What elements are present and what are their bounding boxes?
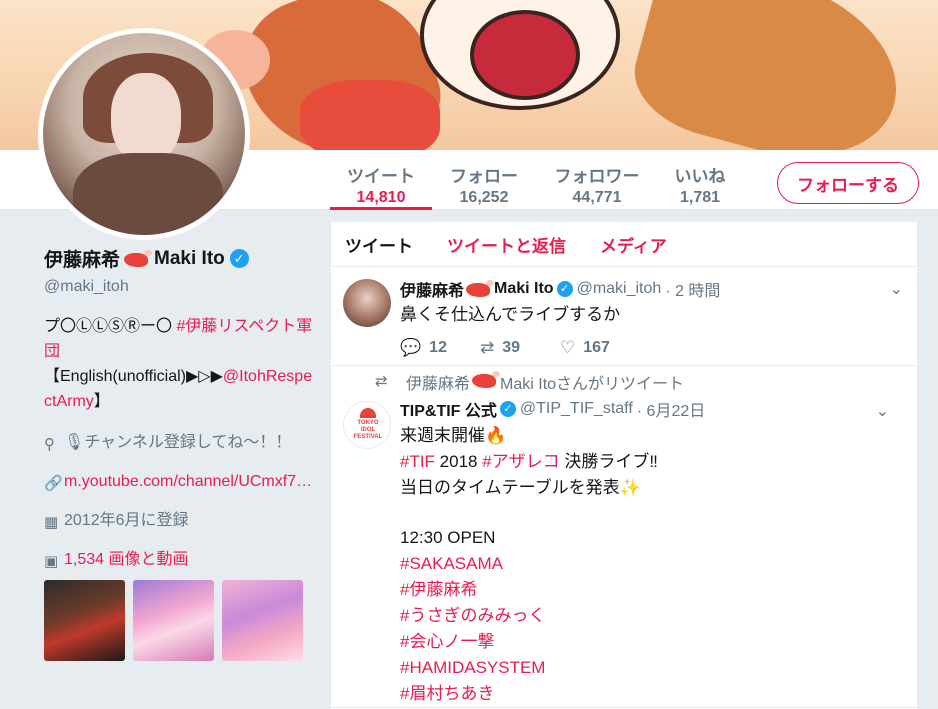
- tweet-line-text: 決勝ライブ‼: [559, 452, 658, 471]
- tif-logo-icon: [360, 408, 376, 418]
- tweet-handle[interactable]: @maki_itoh: [577, 280, 662, 298]
- profile-name[interactable]: 伊藤麻希 Maki Ito ✓: [44, 245, 314, 272]
- profile-joined: ▦ 2012年6月に登録: [44, 508, 314, 533]
- like-count: 167: [583, 339, 610, 356]
- bio-text: 【English(unofficial)▶▷▶: [44, 368, 223, 385]
- tweet-time[interactable]: · 2 時間: [665, 277, 720, 301]
- verified-badge-icon: ✓: [229, 249, 249, 268]
- retweet-note-name[interactable]: 伊藤麻希: [406, 376, 470, 393]
- retweet-note: ⇄ 伊藤麻希 Maki Itoさんがリツイート: [331, 371, 903, 393]
- retweet-icon: ⇄: [375, 373, 388, 390]
- stat-label: ツイート: [347, 167, 415, 186]
- link-icon: 🔗: [44, 475, 63, 492]
- tweet-text: 来週末開催🔥 #TIF 2018 #アザレコ 決勝ライブ‼ 当日のタイムテーブル…: [400, 423, 889, 707]
- tweet-line: 12:30 OPEN: [400, 528, 496, 547]
- tweet-actions: 💬 12 ⇄ 39 ♡ 167: [400, 338, 903, 358]
- tweet-author-name[interactable]: 伊藤麻希: [400, 277, 464, 301]
- timeline-tabs: ツイート ツイートと返信 メディア: [331, 222, 917, 267]
- bio-text: 】: [93, 393, 110, 410]
- stat-value: 1,781: [679, 189, 721, 206]
- verified-badge-icon: ✓: [499, 401, 516, 417]
- media-count-link[interactable]: 1,534 画像と動画: [64, 551, 189, 568]
- joined-text: 2012年6月に登録: [64, 512, 189, 529]
- hashtag-link[interactable]: #TIF: [400, 452, 435, 471]
- media-thumbnails: [44, 580, 314, 661]
- stat-followers[interactable]: フォロワー 44,771: [545, 150, 649, 210]
- tweet-header: TIP&TIF 公式 ✓ @TIP_TIF_staff · 6月22日: [400, 397, 889, 421]
- location-pin-icon: ⚲: [44, 436, 55, 453]
- tweet-header: 伊藤麻希 Maki Ito ✓ @maki_itoh · 2 時間: [400, 277, 903, 301]
- calendar-icon: ▦: [44, 514, 59, 531]
- timeline: ツイート ツイートと返信 メディア 伊藤麻希 Maki Ito ✓ @maki_…: [331, 222, 917, 709]
- tweet[interactable]: 伊藤麻希 Maki Ito ✓ @maki_itoh · 2 時間 ⌄ 鼻くそ仕…: [331, 267, 917, 366]
- media-thumbnail[interactable]: [133, 580, 214, 661]
- tweet-handle[interactable]: @TIP_TIF_staff: [520, 400, 633, 418]
- like-button[interactable]: ♡ 167: [560, 338, 640, 358]
- tweet[interactable]: ⇄ 伊藤麻希 Maki Itoさんがリツイート TOKYO IDOL FESTIV…: [331, 366, 917, 708]
- profile-location: ⚲ 🎙チャンネル登録してね〜！！: [44, 430, 314, 455]
- avatar[interactable]: [38, 28, 250, 240]
- retweet-icon: ⇄: [480, 338, 495, 357]
- chevron-down-icon[interactable]: ⌄: [890, 279, 903, 299]
- hashtag-link[interactable]: #うさぎのみみっく: [400, 603, 889, 629]
- image-icon: ▣: [44, 553, 59, 570]
- reply-button[interactable]: 💬 12: [400, 338, 480, 358]
- stat-label: フォロワー: [554, 167, 640, 186]
- profile-bio: プ〇ⓁⓁⓈⓇー〇 #伊藤リスペクト軍団 【English(unofficial)…: [44, 314, 314, 414]
- location-text: 🎙チャンネル登録してね〜！！: [64, 434, 292, 451]
- tweet-text: 鼻くそ仕込んでライブするか: [400, 305, 621, 324]
- hashtag-link[interactable]: #SAKASAMA: [400, 551, 889, 577]
- follow-button[interactable]: フォローする: [777, 162, 919, 204]
- stat-label: いいね: [674, 167, 726, 186]
- profile-name-text: 伊藤麻希: [44, 250, 121, 271]
- tweet-time[interactable]: · 6月22日: [637, 397, 705, 421]
- tweet-author-name[interactable]: TIP&TIF 公式: [400, 397, 497, 421]
- tweet-line: 来週末開催🔥: [400, 426, 507, 445]
- tab-tweets-replies[interactable]: ツイートと返信: [447, 232, 566, 257]
- retweet-button[interactable]: ⇄ 39: [480, 338, 560, 358]
- stat-value: 14,810: [356, 189, 406, 206]
- profile-handle[interactable]: @maki_itoh: [44, 278, 314, 296]
- media-thumbnail[interactable]: [44, 580, 125, 661]
- tweet-avatar[interactable]: [343, 279, 391, 327]
- tweet-line: 当日のタイムテーブルを発表✨: [400, 478, 641, 497]
- hashtag-link[interactable]: #会心ノ一撃: [400, 629, 889, 655]
- stat-following[interactable]: フォロー 16,252: [440, 150, 528, 210]
- stat-value: 44,771: [572, 189, 622, 206]
- tab-media[interactable]: メディア: [600, 232, 667, 257]
- avatar-logo-text: TOKYO IDOL FESTIVAL: [353, 420, 383, 440]
- stat-tweets[interactable]: ツイート 14,810: [330, 150, 432, 210]
- profile-card: 伊藤麻希 Maki Ito ✓ @maki_itoh プ〇ⓁⓁⓈⓇー〇 #伊藤リ…: [44, 245, 314, 661]
- hashtag-link[interactable]: #伊藤麻希: [400, 577, 889, 603]
- heart-icon: ♡: [560, 338, 576, 357]
- reply-count: 12: [429, 339, 447, 356]
- reply-icon: 💬: [400, 338, 422, 357]
- verified-badge-icon: ✓: [556, 281, 573, 297]
- profile-website: 🔗 m.youtube.com/channel/UCmxf7…: [44, 469, 314, 494]
- media-thumbnail[interactable]: [222, 580, 303, 661]
- hashtag-link[interactable]: #アザレコ: [482, 452, 559, 471]
- tweet-avatar[interactable]: TOKYO IDOL FESTIVAL: [343, 401, 391, 449]
- website-link[interactable]: m.youtube.com/channel/UCmxf7…: [64, 473, 312, 490]
- shrimp-icon: [122, 249, 153, 268]
- retweet-note-text: Maki Itoさんがリツイート: [500, 376, 685, 393]
- tweet-author-suffix[interactable]: Maki Ito: [494, 280, 554, 298]
- bio-text: プ〇ⓁⓁⓈⓇー〇: [44, 318, 177, 335]
- retweet-count: 39: [502, 339, 521, 356]
- stat-value: 16,252: [459, 189, 509, 206]
- hashtag-link[interactable]: #HAMIDASYSTEM: [400, 655, 889, 681]
- hashtag-link[interactable]: #眉村ちあき: [400, 681, 889, 707]
- tweet-line: #TIF 2018 #アザレコ 決勝ライブ‼: [400, 449, 889, 475]
- chevron-down-icon[interactable]: ⌄: [876, 401, 889, 421]
- stat-label: フォロー: [450, 167, 518, 186]
- shrimp-icon: [464, 280, 495, 298]
- tab-tweets[interactable]: ツイート: [345, 232, 413, 257]
- profile-name-suffix: Maki Ito: [154, 247, 225, 269]
- shrimp-icon: [470, 371, 501, 389]
- profile-media: ▣ 1,534 画像と動画: [44, 547, 314, 572]
- tweet-line-text: 2018: [434, 452, 483, 471]
- stat-likes[interactable]: いいね 1,781: [665, 150, 735, 210]
